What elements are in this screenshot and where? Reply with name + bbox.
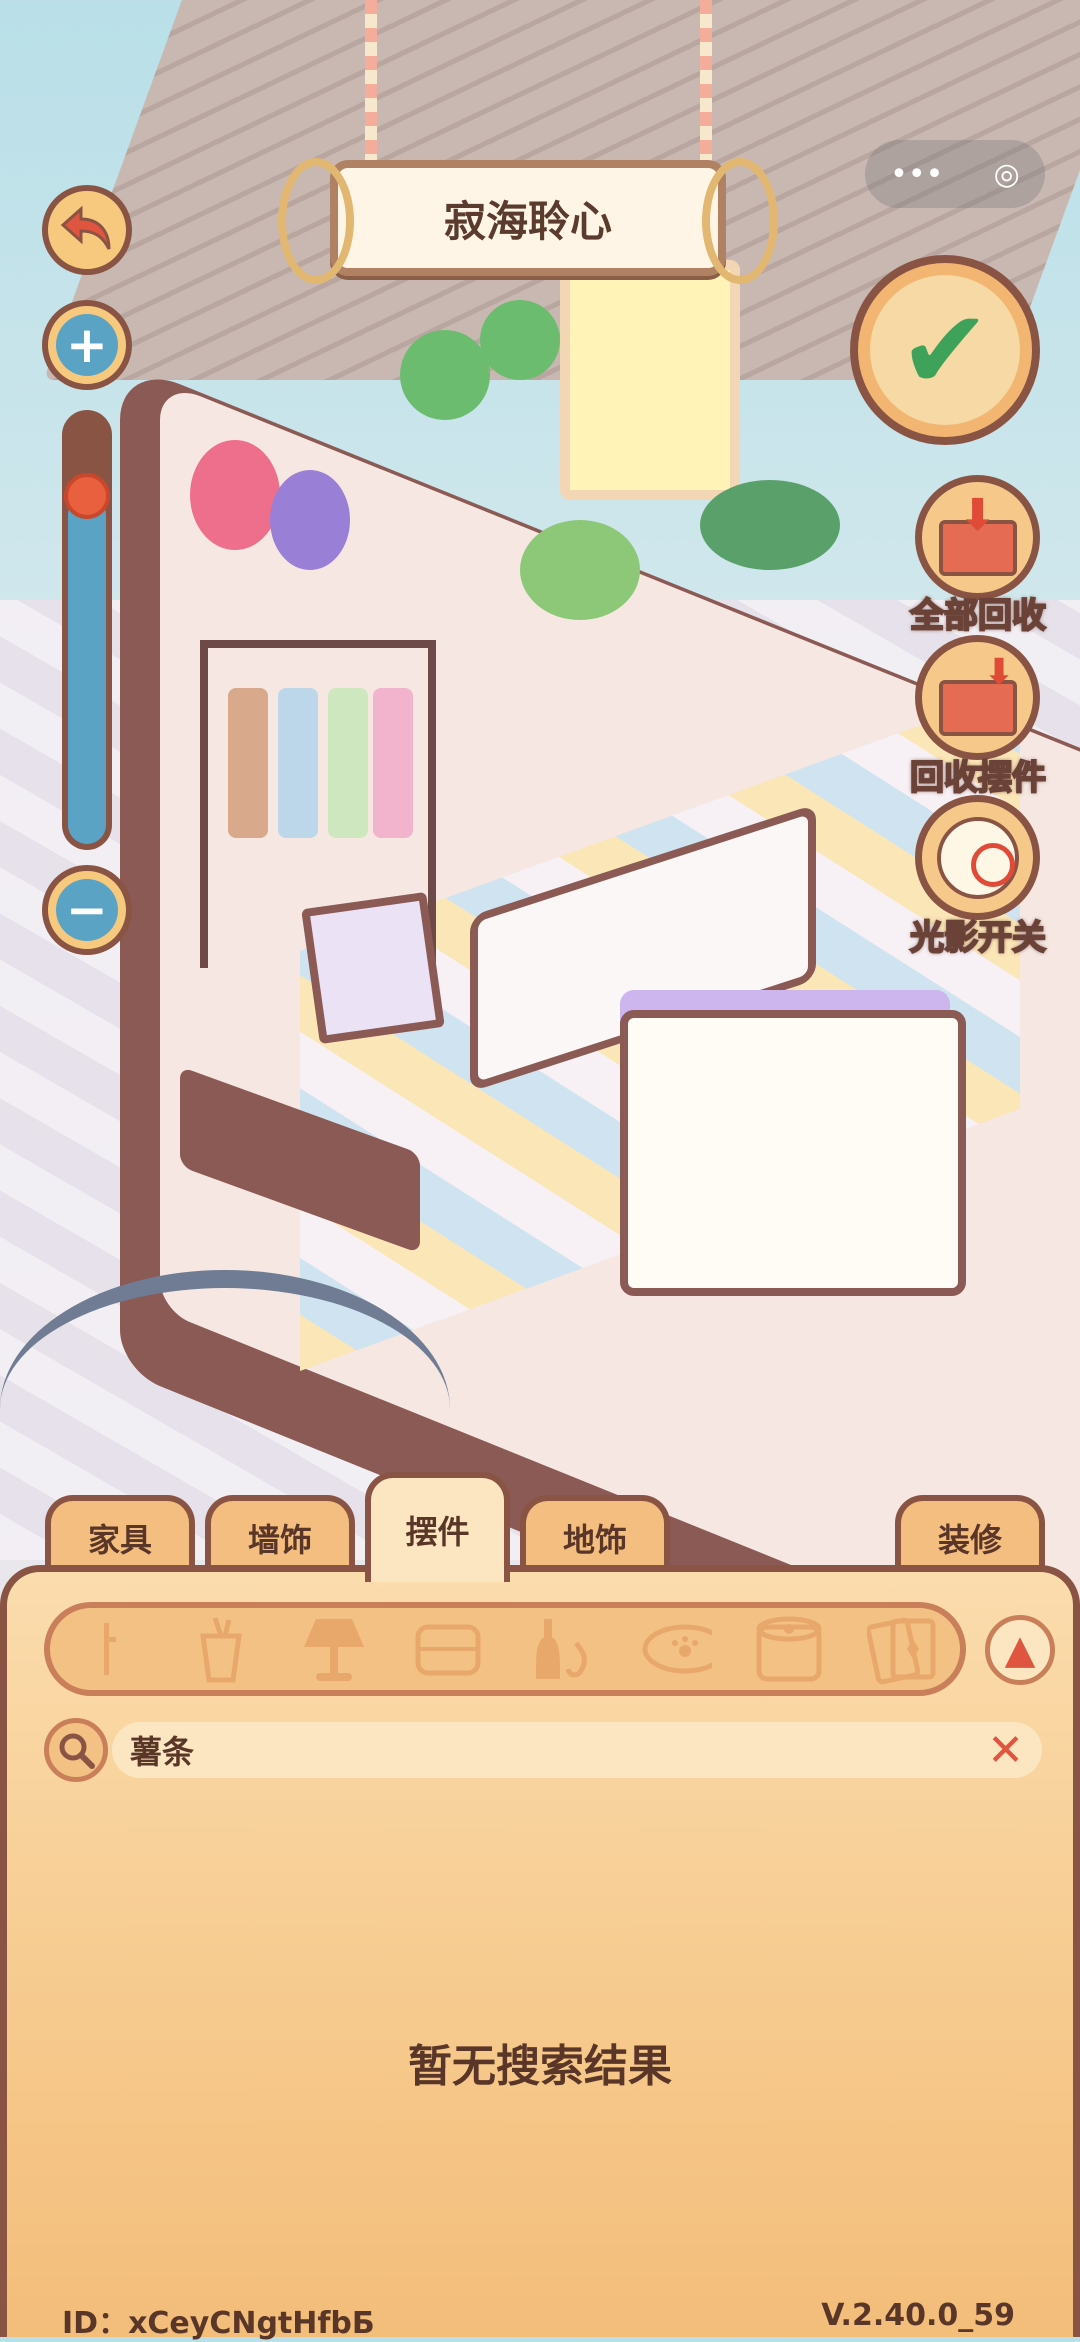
tab-label: 墙饰 (247, 1521, 312, 1559)
miniprogram-capsule: ••• ◎ (865, 140, 1045, 208)
plush-toy[interactable] (270, 470, 350, 570)
shirt (328, 688, 368, 838)
search-icon[interactable] (44, 1718, 108, 1782)
pet-bowl-icon[interactable] (640, 1613, 712, 1685)
cards-shape (867, 1617, 936, 1685)
dress (278, 688, 318, 838)
tab-wall-decor[interactable]: 墙饰 (205, 1495, 355, 1575)
down-arrow-icon: ⬇ (984, 652, 1015, 693)
sign-rope (365, 0, 377, 175)
hanging-plant[interactable] (480, 300, 560, 380)
category-bar (44, 1602, 966, 1696)
recycle-all-label: 全部回收 (909, 595, 1047, 637)
close-icon[interactable]: ✕ (987, 1725, 1024, 1776)
pillow-shape (415, 1624, 481, 1676)
lamp-shape (304, 1619, 365, 1681)
house-name-sign: 寂海聆心 (278, 158, 778, 284)
cup-shape (199, 1617, 242, 1683)
plush-toy[interactable] (190, 440, 280, 550)
shop-counter[interactable] (620, 1010, 966, 1296)
version-label: V.2.40.0_59 (821, 2298, 1015, 2333)
sign-rope (700, 0, 712, 175)
zoom-slider-fill (68, 496, 106, 844)
disabled-icon (970, 842, 1015, 887)
tab-ornaments[interactable]: 摆件 (365, 1472, 510, 1582)
pet-bowl-shape (642, 1624, 712, 1674)
light-toggle-label: 光影开关 (909, 917, 1047, 959)
triangle-up-icon: ▲ (1004, 1627, 1036, 1673)
recycle-all-button[interactable]: ⬇ (915, 475, 1040, 600)
undo-button[interactable] (42, 185, 132, 275)
cactus-shelf[interactable] (700, 480, 840, 570)
zoom-out-button[interactable]: − (42, 865, 132, 955)
empty-result-message: 暂无搜索结果 (408, 2041, 672, 2092)
search-input[interactable]: 薯条 ✕ (112, 1722, 1042, 1778)
plus-icon: + (56, 314, 118, 376)
scroll-ornament-icon (278, 158, 354, 284)
tab-label: 摆件 (405, 1513, 470, 1551)
coat (228, 688, 268, 838)
cards-icon[interactable] (867, 1613, 939, 1685)
more-icon[interactable]: ••• (890, 157, 943, 192)
tissue-shape (756, 1616, 822, 1682)
hanging-plant[interactable] (400, 330, 490, 420)
tab-renovation[interactable]: 装修 (895, 1495, 1045, 1575)
tab-label: 家具 (87, 1521, 152, 1559)
tissue-roll-icon[interactable] (753, 1613, 825, 1685)
close-icon[interactable]: ◎ (994, 157, 1020, 192)
expand-panel-button[interactable]: ▲ (985, 1615, 1055, 1685)
house-name: 寂海聆心 (443, 196, 612, 246)
undo-icon (60, 205, 111, 250)
room-window (560, 260, 740, 500)
pillow-icon[interactable] (412, 1613, 484, 1685)
tab-label: 装修 (937, 1521, 1002, 1559)
light-toggle-button[interactable] (915, 795, 1040, 920)
bottles-shape (535, 1619, 587, 1679)
pin-icon[interactable] (71, 1613, 143, 1685)
pin-shape (103, 1623, 116, 1675)
bottles-icon[interactable] (526, 1613, 598, 1685)
down-arrow-icon: ⬇ (959, 490, 996, 541)
search-input-value: 薯条 (130, 1733, 195, 1771)
flower-pots[interactable] (520, 520, 640, 620)
tab-floor-decor[interactable]: 地饰 (520, 1495, 670, 1575)
magnifier-shape (59, 1733, 95, 1769)
confirm-button[interactable]: ✔ (850, 255, 1040, 445)
zoom-slider-handle[interactable] (64, 473, 110, 520)
tab-furniture[interactable]: 家具 (45, 1495, 195, 1575)
cup-icon[interactable] (185, 1613, 257, 1685)
flower-shop-sign[interactable] (301, 891, 445, 1045)
skirt (373, 688, 413, 838)
tab-label: 地饰 (562, 1521, 627, 1559)
scroll-ornament-icon (702, 158, 778, 284)
zoom-in-button[interactable]: + (42, 300, 132, 390)
zoom-slider[interactable] (62, 410, 112, 850)
minus-icon: − (56, 879, 118, 941)
player-id: ID：xCeyCNgtHfbБ (62, 2306, 375, 2341)
recycle-item-label: 回收摆件 (909, 757, 1047, 799)
lamp-icon[interactable] (298, 1613, 370, 1685)
checkmark-icon: ✔ (870, 275, 1020, 425)
sun-icon (936, 816, 1019, 899)
recycle-item-button[interactable]: ⬇ (915, 635, 1040, 760)
